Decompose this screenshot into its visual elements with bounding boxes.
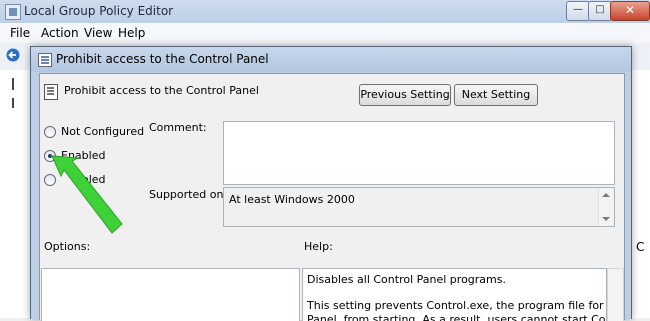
scroll-down-icon[interactable] bbox=[602, 217, 610, 221]
options-panel[interactable] bbox=[41, 268, 300, 321]
background-title-bar: Local Group Policy Editor — □ ✕ bbox=[0, 0, 650, 23]
policy-icon bbox=[44, 84, 58, 100]
menu-bar: File Action View Help bbox=[0, 23, 650, 43]
scroll-up-icon[interactable] bbox=[602, 193, 610, 197]
help-text-line: Panel, from starting. As a result, users… bbox=[307, 313, 606, 321]
tree-node-marker bbox=[12, 78, 22, 90]
supported-on-value: At least Windows 2000 bbox=[229, 193, 355, 206]
help-scrollbar[interactable] bbox=[607, 268, 624, 321]
vertical-scrollbar[interactable] bbox=[598, 188, 614, 226]
radio-button[interactable] bbox=[44, 126, 56, 138]
minimize-button[interactable]: — bbox=[566, 1, 590, 21]
help-text-line: Disables all Control Panel programs. bbox=[307, 273, 506, 286]
menu-view[interactable]: View bbox=[84, 26, 112, 40]
back-arrow-icon[interactable] bbox=[6, 48, 20, 62]
options-label: Options: bbox=[44, 240, 91, 253]
dialog-title-bar[interactable]: Prohibit access to the Control Panel bbox=[31, 47, 631, 72]
supported-on-label: Supported on: bbox=[149, 188, 228, 201]
policy-dialog: Prohibit access to the Control Panel Pro… bbox=[30, 46, 632, 321]
app-icon bbox=[5, 4, 21, 20]
next-setting-button[interactable]: Next Setting bbox=[454, 84, 538, 106]
previous-setting-button[interactable]: Previous Setting bbox=[359, 84, 451, 106]
radio-label: Enabled bbox=[61, 149, 106, 162]
help-panel[interactable]: Disables all Control Panel programs. Thi… bbox=[302, 268, 607, 321]
help-label: Help: bbox=[304, 240, 333, 253]
comment-label: Comment: bbox=[149, 121, 207, 134]
dialog-client-area: Prohibit access to the Control Panel Pre… bbox=[39, 73, 625, 321]
radio-button-selected[interactable] bbox=[44, 150, 56, 162]
maximize-button[interactable]: □ bbox=[588, 1, 612, 21]
radio-button[interactable] bbox=[44, 174, 56, 186]
radio-label: Not Configured bbox=[61, 125, 145, 138]
policy-icon bbox=[38, 53, 52, 67]
menu-action[interactable]: Action bbox=[41, 26, 79, 40]
menu-help[interactable]: Help bbox=[118, 26, 145, 40]
comment-textarea[interactable] bbox=[223, 121, 615, 185]
help-text-line: This setting prevents Control.exe, the p… bbox=[307, 299, 606, 312]
close-button[interactable]: ✕ bbox=[610, 1, 650, 21]
tree-node-marker bbox=[12, 98, 22, 108]
background-window-title: Local Group Policy Editor bbox=[24, 4, 174, 18]
details-text-fragment: C bbox=[636, 240, 645, 254]
dialog-title: Prohibit access to the Control Panel bbox=[56, 52, 269, 66]
menu-file[interactable]: File bbox=[10, 26, 30, 40]
policy-name: Prohibit access to the Control Panel bbox=[64, 84, 259, 97]
supported-on-field: At least Windows 2000 bbox=[223, 187, 615, 227]
radio-label: abled bbox=[75, 173, 106, 186]
